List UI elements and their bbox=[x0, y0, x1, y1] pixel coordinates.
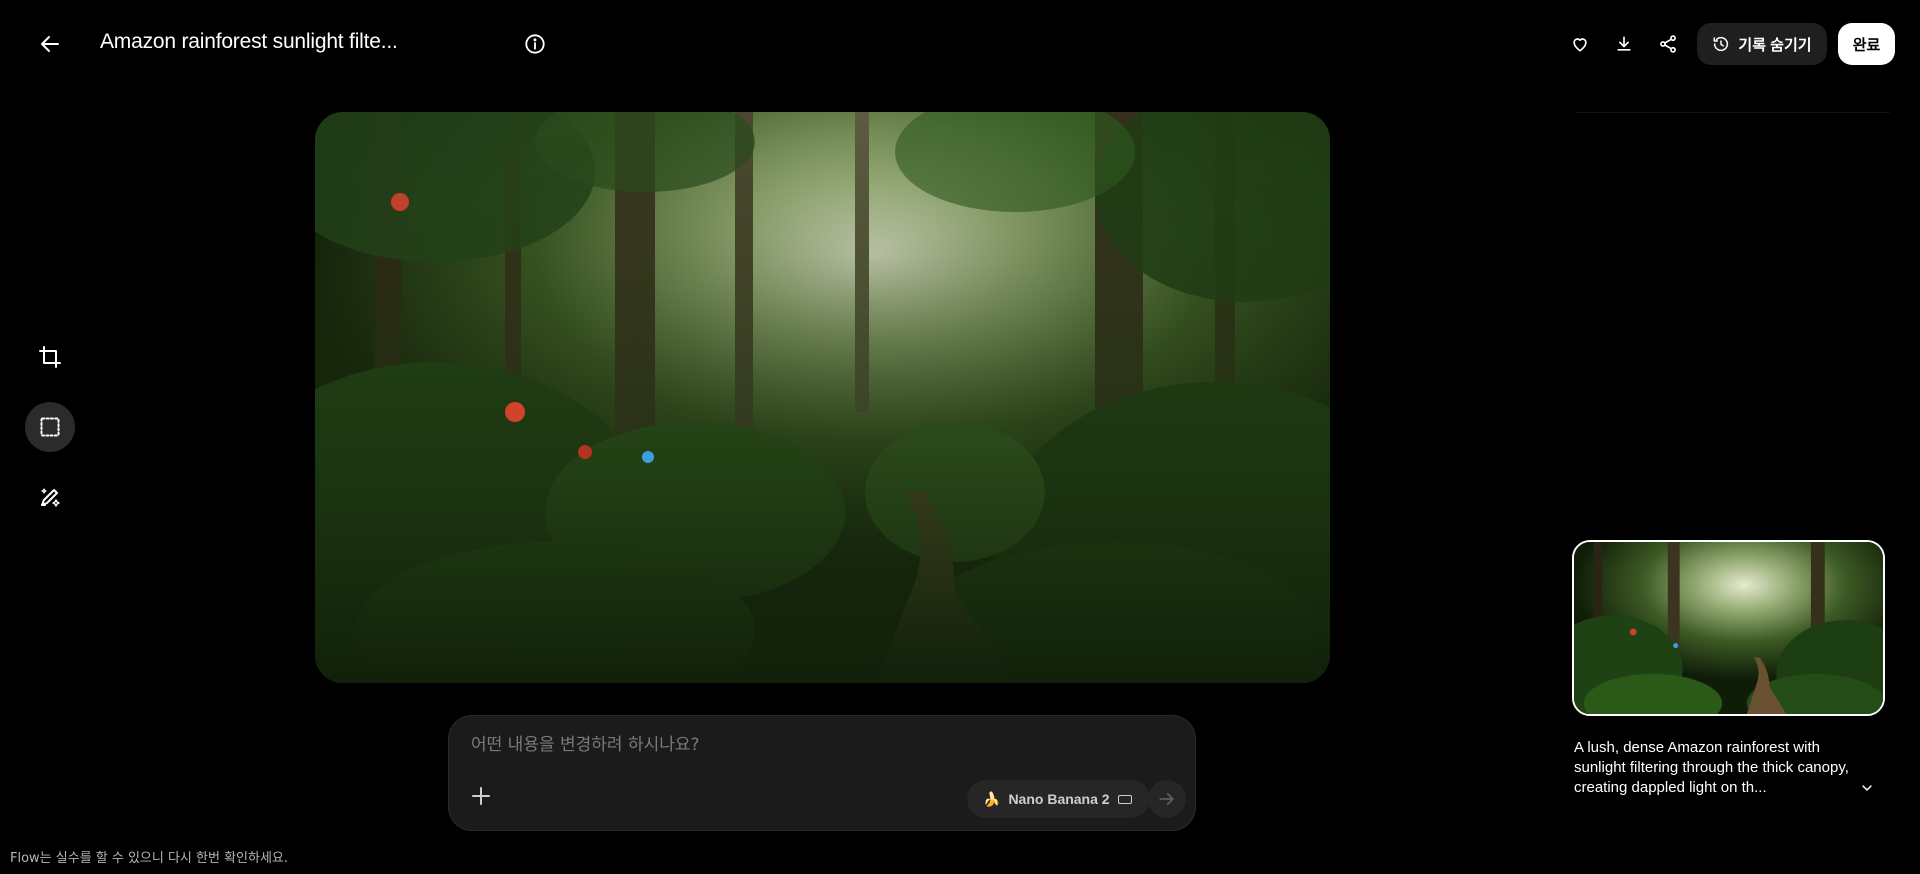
model-label: Nano Banana 2 bbox=[1008, 791, 1110, 807]
crop-tool-button[interactable] bbox=[30, 337, 70, 377]
prompt-box: 🍌 Nano Banana 2 bbox=[448, 715, 1196, 831]
done-button[interactable]: 완료 bbox=[1838, 23, 1895, 65]
disclaimer-text: Flow는 실수를 할 수 있으니 다시 한번 확인하세요. bbox=[10, 851, 289, 866]
share-icon bbox=[1660, 35, 1676, 53]
heart-icon bbox=[1573, 38, 1587, 52]
expand-caption-button[interactable] bbox=[1855, 776, 1879, 800]
crop-icon bbox=[39, 346, 61, 368]
marquee-select-icon bbox=[40, 417, 60, 437]
info-icon bbox=[525, 34, 545, 54]
banana-icon: 🍌 bbox=[983, 790, 1001, 807]
info-button[interactable] bbox=[515, 24, 555, 64]
thumbnail-image bbox=[1574, 542, 1883, 714]
download-icon bbox=[1617, 36, 1631, 51]
back-button[interactable] bbox=[30, 24, 70, 64]
send-button[interactable] bbox=[1148, 780, 1186, 818]
history-icon bbox=[1713, 36, 1729, 52]
share-button[interactable] bbox=[1648, 24, 1688, 64]
prompt-input[interactable] bbox=[469, 734, 1173, 756]
chevron-down-icon bbox=[1862, 785, 1872, 791]
aspect-ratio-icon bbox=[1117, 794, 1132, 804]
rainforest-image bbox=[315, 112, 1330, 683]
edit-tool-button[interactable] bbox=[30, 477, 70, 517]
favorite-button[interactable] bbox=[1560, 24, 1600, 64]
download-button[interactable] bbox=[1604, 24, 1644, 64]
hide-history-label: 기록 숨기기 bbox=[1738, 36, 1812, 54]
add-attachment-button[interactable] bbox=[465, 780, 497, 812]
arrow-left-icon bbox=[41, 36, 59, 52]
plus-icon bbox=[472, 787, 490, 805]
page-title: Amazon rainforest sunlight filte... bbox=[100, 30, 398, 53]
main-image bbox=[315, 112, 1330, 683]
hide-history-button[interactable]: 기록 숨기기 bbox=[1697, 23, 1827, 65]
select-tool-button[interactable] bbox=[25, 402, 75, 452]
arrow-right-icon bbox=[1159, 793, 1174, 805]
pencil-sparkle-icon bbox=[41, 488, 60, 507]
history-thumbnail[interactable] bbox=[1572, 540, 1885, 716]
history-divider bbox=[1575, 112, 1890, 113]
history-caption: A lush, dense Amazon rainforest with sun… bbox=[1574, 739, 1849, 796]
model-selector[interactable]: 🍌 Nano Banana 2 bbox=[967, 780, 1150, 818]
